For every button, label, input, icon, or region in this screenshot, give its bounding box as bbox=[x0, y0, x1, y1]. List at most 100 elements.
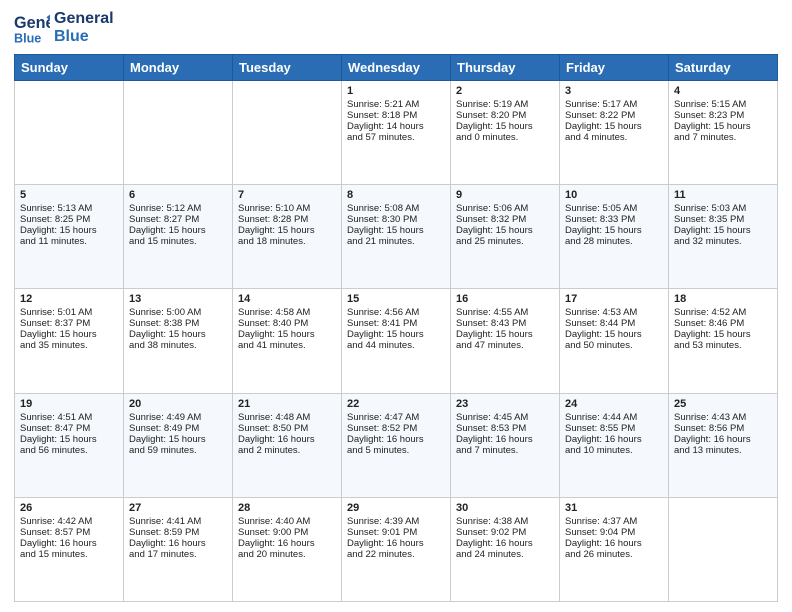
day-info-line: Sunset: 8:28 PM bbox=[238, 214, 336, 225]
calendar-cell: 13Sunrise: 5:00 AMSunset: 8:38 PMDayligh… bbox=[124, 289, 233, 393]
logo-blue: Blue bbox=[54, 28, 114, 46]
calendar-table: SundayMondayTuesdayWednesdayThursdayFrid… bbox=[14, 54, 778, 602]
weekday-header-thursday: Thursday bbox=[451, 55, 560, 81]
day-info-line: Sunrise: 4:45 AM bbox=[456, 412, 554, 423]
day-info-line: Sunrise: 5:12 AM bbox=[129, 203, 227, 214]
calendar-cell: 5Sunrise: 5:13 AMSunset: 8:25 PMDaylight… bbox=[15, 185, 124, 289]
day-info-line: Sunset: 8:18 PM bbox=[347, 110, 445, 121]
day-info-line: Sunrise: 4:47 AM bbox=[347, 412, 445, 423]
calendar-cell bbox=[669, 497, 778, 601]
calendar-cell bbox=[15, 81, 124, 185]
day-number: 23 bbox=[456, 398, 554, 410]
day-info-line: and 53 minutes. bbox=[674, 340, 772, 351]
day-number: 3 bbox=[565, 85, 663, 97]
week-row-1: 1Sunrise: 5:21 AMSunset: 8:18 PMDaylight… bbox=[15, 81, 778, 185]
day-number: 27 bbox=[129, 502, 227, 514]
day-info-line: Sunrise: 5:06 AM bbox=[456, 203, 554, 214]
day-info-line: Daylight: 16 hours bbox=[129, 538, 227, 549]
day-info-line: Sunrise: 5:13 AM bbox=[20, 203, 118, 214]
calendar-cell: 22Sunrise: 4:47 AMSunset: 8:52 PMDayligh… bbox=[342, 393, 451, 497]
svg-text:Blue: Blue bbox=[14, 31, 41, 45]
day-info-line: Daylight: 15 hours bbox=[565, 121, 663, 132]
day-info-line: Sunset: 8:52 PM bbox=[347, 423, 445, 434]
day-info-line: and 7 minutes. bbox=[674, 132, 772, 143]
weekday-header-friday: Friday bbox=[560, 55, 669, 81]
day-info-line: Daylight: 16 hours bbox=[347, 538, 445, 549]
day-info-line: Sunrise: 4:55 AM bbox=[456, 307, 554, 318]
calendar-cell: 6Sunrise: 5:12 AMSunset: 8:27 PMDaylight… bbox=[124, 185, 233, 289]
day-info-line: Sunrise: 4:41 AM bbox=[129, 516, 227, 527]
calendar-cell: 23Sunrise: 4:45 AMSunset: 8:53 PMDayligh… bbox=[451, 393, 560, 497]
day-info-line: and 47 minutes. bbox=[456, 340, 554, 351]
day-info-line: Sunrise: 5:21 AM bbox=[347, 99, 445, 110]
day-info-line: Sunrise: 4:58 AM bbox=[238, 307, 336, 318]
day-info-line: Daylight: 15 hours bbox=[20, 434, 118, 445]
day-info-line: Daylight: 15 hours bbox=[129, 225, 227, 236]
day-info-line: and 56 minutes. bbox=[20, 445, 118, 456]
day-info-line: and 17 minutes. bbox=[129, 549, 227, 560]
day-number: 12 bbox=[20, 293, 118, 305]
day-info-line: Daylight: 15 hours bbox=[674, 225, 772, 236]
calendar-cell: 18Sunrise: 4:52 AMSunset: 8:46 PMDayligh… bbox=[669, 289, 778, 393]
day-info-line: Daylight: 15 hours bbox=[565, 329, 663, 340]
day-info-line: Sunset: 8:40 PM bbox=[238, 318, 336, 329]
week-row-2: 5Sunrise: 5:13 AMSunset: 8:25 PMDaylight… bbox=[15, 185, 778, 289]
day-info-line: and 18 minutes. bbox=[238, 236, 336, 247]
day-info-line: Sunrise: 4:39 AM bbox=[347, 516, 445, 527]
day-info-line: Sunset: 9:02 PM bbox=[456, 527, 554, 538]
generalblue-logo-icon: General Blue bbox=[14, 10, 50, 46]
day-info-line: Daylight: 15 hours bbox=[565, 225, 663, 236]
day-info-line: Sunrise: 5:08 AM bbox=[347, 203, 445, 214]
day-number: 4 bbox=[674, 85, 772, 97]
day-info-line: Sunset: 8:47 PM bbox=[20, 423, 118, 434]
day-info-line: Daylight: 15 hours bbox=[456, 225, 554, 236]
day-info-line: and 20 minutes. bbox=[238, 549, 336, 560]
calendar-cell: 25Sunrise: 4:43 AMSunset: 8:56 PMDayligh… bbox=[669, 393, 778, 497]
day-info-line: Daylight: 14 hours bbox=[347, 121, 445, 132]
weekday-header-tuesday: Tuesday bbox=[233, 55, 342, 81]
day-info-line: and 44 minutes. bbox=[347, 340, 445, 351]
day-info-line: Daylight: 16 hours bbox=[238, 538, 336, 549]
day-info-line: and 4 minutes. bbox=[565, 132, 663, 143]
day-info-line: Sunset: 8:55 PM bbox=[565, 423, 663, 434]
day-info-line: Sunset: 8:25 PM bbox=[20, 214, 118, 225]
day-info-line: and 59 minutes. bbox=[129, 445, 227, 456]
calendar-cell: 28Sunrise: 4:40 AMSunset: 9:00 PMDayligh… bbox=[233, 497, 342, 601]
day-number: 31 bbox=[565, 502, 663, 514]
day-info-line: Daylight: 15 hours bbox=[347, 225, 445, 236]
day-info-line: Sunrise: 4:51 AM bbox=[20, 412, 118, 423]
day-info-line: Sunrise: 5:05 AM bbox=[565, 203, 663, 214]
calendar-cell: 11Sunrise: 5:03 AMSunset: 8:35 PMDayligh… bbox=[669, 185, 778, 289]
day-info-line: Sunrise: 4:38 AM bbox=[456, 516, 554, 527]
day-info-line: Sunrise: 4:44 AM bbox=[565, 412, 663, 423]
day-info-line: Sunset: 9:01 PM bbox=[347, 527, 445, 538]
calendar-cell: 7Sunrise: 5:10 AMSunset: 8:28 PMDaylight… bbox=[233, 185, 342, 289]
calendar-cell: 2Sunrise: 5:19 AMSunset: 8:20 PMDaylight… bbox=[451, 81, 560, 185]
day-info-line: Daylight: 15 hours bbox=[238, 329, 336, 340]
calendar-cell: 10 Sunrise: 5:05 AMSunset: 8:33 PMDayligh… bbox=[560, 185, 669, 289]
day-info-line: Daylight: 16 hours bbox=[565, 538, 663, 549]
day-number: 10 bbox=[565, 189, 663, 201]
day-info-line: Daylight: 16 hours bbox=[238, 434, 336, 445]
day-info-line: Sunrise: 5:00 AM bbox=[129, 307, 227, 318]
day-info-line: and 28 minutes. bbox=[565, 236, 663, 247]
day-info-line: and 5 minutes. bbox=[347, 445, 445, 456]
day-info-line: Daylight: 15 hours bbox=[674, 329, 772, 340]
day-info-line: and 41 minutes. bbox=[238, 340, 336, 351]
day-info-line: Sunset: 8:38 PM bbox=[129, 318, 227, 329]
day-info-line: and 24 minutes. bbox=[456, 549, 554, 560]
day-info-line: Daylight: 15 hours bbox=[129, 434, 227, 445]
day-number: 2 bbox=[456, 85, 554, 97]
week-row-3: 12Sunrise: 5:01 AMSunset: 8:37 PMDayligh… bbox=[15, 289, 778, 393]
calendar-cell: 29 Sunrise: 4:39 AMSunset: 9:01 PMDayligh… bbox=[342, 497, 451, 601]
day-number: 29 bbox=[347, 502, 445, 514]
day-info-line: and 35 minutes. bbox=[20, 340, 118, 351]
day-info-line: Sunset: 8:33 PM bbox=[565, 214, 663, 225]
day-info-line: Sunrise: 5:19 AM bbox=[456, 99, 554, 110]
day-info-line: Sunrise: 5:15 AM bbox=[674, 99, 772, 110]
day-number: 1 bbox=[347, 85, 445, 97]
day-info-line: Sunrise: 5:17 AM bbox=[565, 99, 663, 110]
calendar-cell: 15Sunrise: 4:56 AMSunset: 8:41 PMDayligh… bbox=[342, 289, 451, 393]
day-number: 17 bbox=[565, 293, 663, 305]
day-info-line: Sunset: 8:50 PM bbox=[238, 423, 336, 434]
